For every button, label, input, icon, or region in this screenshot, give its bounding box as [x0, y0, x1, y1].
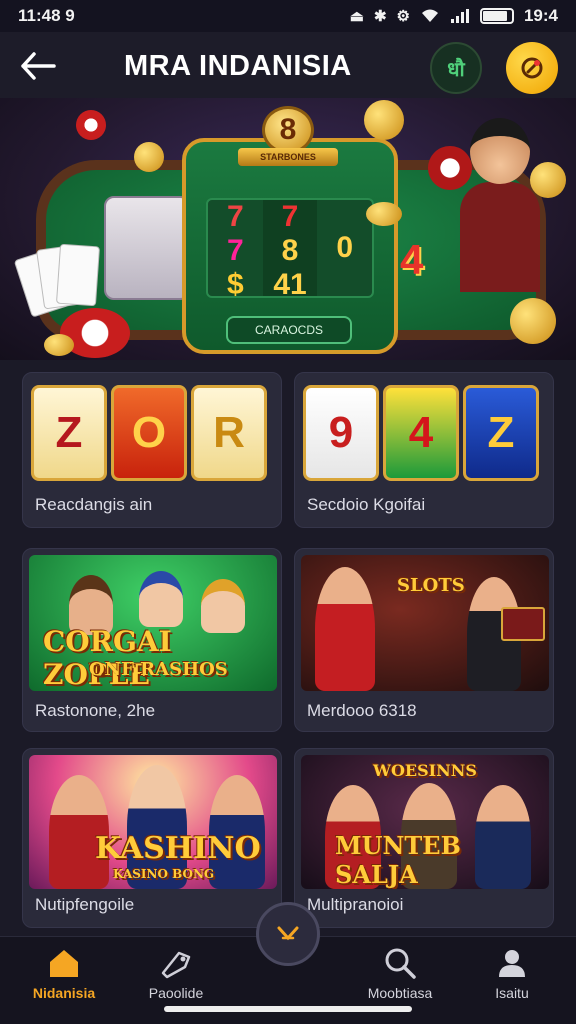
slot-reel: R [191, 385, 267, 481]
game-title: Rastonone, 2he [35, 701, 156, 720]
status-right-text: 19:4 [523, 6, 558, 25]
game-title: Secdoio Kgoifai [307, 495, 426, 514]
slot-machine-art [104, 196, 190, 300]
reel-symbol: 41 [273, 268, 307, 301]
game-art-banner: WOESINNS [373, 761, 477, 780]
nav-label: Isaitu [495, 985, 529, 1001]
slot-symbol: Z [487, 408, 515, 457]
home-indicator[interactable] [164, 1006, 412, 1012]
game-tile[interactable]: Z O R Reacdangis ain [22, 372, 282, 528]
game-art-title: SLOTS [397, 575, 465, 596]
medal-banner: STARBONES [238, 148, 338, 166]
slot-symbol: O [131, 408, 167, 457]
reel-symbol: 8 [281, 234, 299, 267]
nav-item-promotions[interactable]: Paoolide [116, 945, 236, 1009]
hero-medal: 8 STARBONES [238, 106, 338, 166]
nav-label: Moobtiasa [367, 985, 433, 1001]
slot-reel: Z [31, 385, 107, 481]
gold-coin-icon [364, 100, 404, 140]
game-tile[interactable]: CORGAI ZOPLE ONF RASHOS Rastonone, 2he [22, 548, 282, 732]
status-bar: 11:48 9 ⏏ ✱ ⚙ 19:4 [0, 0, 576, 32]
hero-reels: 7 7 $ 7 8 41 0 [206, 198, 374, 301]
game-title: Nutipfengoile [35, 895, 135, 914]
gold-coin-icon [366, 202, 402, 226]
slot-symbol: R [213, 408, 245, 457]
settings-icon: ⚙ [396, 8, 410, 25]
game-art: KASHINO KASINO BONG [29, 755, 277, 889]
arrow-left-icon [21, 52, 56, 80]
slot-reel: Z [463, 385, 539, 481]
status-icons: ⏏ ✱ ⚙ 19:4 [350, 6, 558, 26]
game-art-subtitle: ONF RASHOS [89, 659, 228, 680]
gold-coin-icon [510, 298, 556, 344]
game-art-title: KASHINO [95, 831, 261, 866]
game-tile[interactable]: WOESINNS MUNTEB SALJA Multipranoioi [294, 748, 554, 928]
medal-number: 8 [262, 106, 314, 154]
hero-reel-left: 7 7 $ [208, 200, 263, 301]
slot-reels: 9 4 Z [303, 385, 547, 481]
game-art: WOESINNS MUNTEB SALJA [301, 755, 549, 889]
poker-chip-icon [76, 110, 106, 140]
wifi-icon [421, 9, 438, 22]
profile-badge-text: धौ [447, 58, 465, 81]
game-title: Merdooo 6318 [307, 701, 417, 720]
slot-symbol: Z [55, 408, 83, 457]
page-title: MRA INDANISIA [124, 50, 352, 82]
nav-label: Nidanisia [32, 985, 96, 1001]
signal-icon [450, 9, 469, 23]
game-tile[interactable]: KASHINO KASINO BONG Nutipfengoile [22, 748, 282, 928]
game-title: Reacdangis ain [35, 495, 153, 514]
gold-coin-icon [134, 142, 164, 172]
back-button[interactable] [16, 44, 60, 88]
reel-symbol: 0 [336, 230, 354, 264]
slot-reel: 9 [303, 385, 379, 481]
game-art-title: MUNTEB SALJA [335, 831, 461, 889]
nav-item-profile[interactable]: Isaitu [452, 945, 572, 1009]
tag-icon [161, 951, 191, 979]
hero-reel-middle: 7 8 41 [262, 200, 318, 301]
gold-coin-icon [44, 334, 74, 356]
game-art: CORGAI ZOPLE ONF RASHOS [29, 555, 277, 691]
close-icon [277, 926, 299, 941]
reel-symbol: $ [226, 268, 244, 301]
game-tile[interactable]: SLOTS Merdooo 6318 [294, 548, 554, 732]
search-icon [385, 948, 416, 979]
gold-coin-icon [530, 162, 566, 198]
home-icon [50, 950, 78, 977]
slot-reel: 4 [383, 385, 459, 481]
slot-reel: O [111, 385, 187, 481]
dealer-character-art [460, 112, 540, 292]
slot-reels: Z O R [31, 385, 275, 481]
game-art: SLOTS [301, 555, 549, 691]
slot-symbol: 9 [328, 408, 354, 457]
poker-chip-icon [428, 146, 472, 190]
reel-symbol: 7 [226, 234, 244, 267]
slot-symbol: 4 [408, 408, 434, 457]
game-title: Multipranoioi [307, 895, 404, 914]
nav-label: Paoolide [148, 985, 204, 1001]
hero-cta-button[interactable]: CARAOCDS [226, 316, 352, 344]
game-art-subtitle: KASINO BONG [113, 867, 215, 881]
notification-icon: ⏏ [349, 8, 364, 25]
hero-side-number: 4 [400, 236, 424, 283]
coin-link-icon [521, 57, 543, 79]
nav-item-search[interactable]: Moobtiasa [340, 945, 460, 1009]
app-header: MRA INDANISIA धौ [0, 32, 576, 98]
battery-icon [479, 8, 514, 24]
nav-item-home[interactable]: Nidanisia [4, 945, 124, 1009]
reel-symbol: 7 [281, 200, 299, 233]
user-icon [499, 950, 525, 977]
hero-banner[interactable]: 8 STARBONES 7 7 $ 7 8 41 0 4 CARAOCDS [0, 98, 576, 360]
hero-reel-right: 0 [317, 200, 372, 296]
status-time: 11:48 9 [18, 6, 75, 25]
reel-symbol: 7 [226, 200, 244, 233]
profile-badge-button[interactable]: धौ [430, 42, 482, 94]
coins-button[interactable] [506, 42, 558, 94]
game-tile[interactable]: 9 4 Z Secdoio Kgoifai [294, 372, 554, 528]
floating-action-button[interactable] [256, 902, 320, 966]
bluetooth-icon: ✱ [373, 8, 387, 25]
game-art-title: CORGAI ZOPLE [43, 625, 172, 691]
